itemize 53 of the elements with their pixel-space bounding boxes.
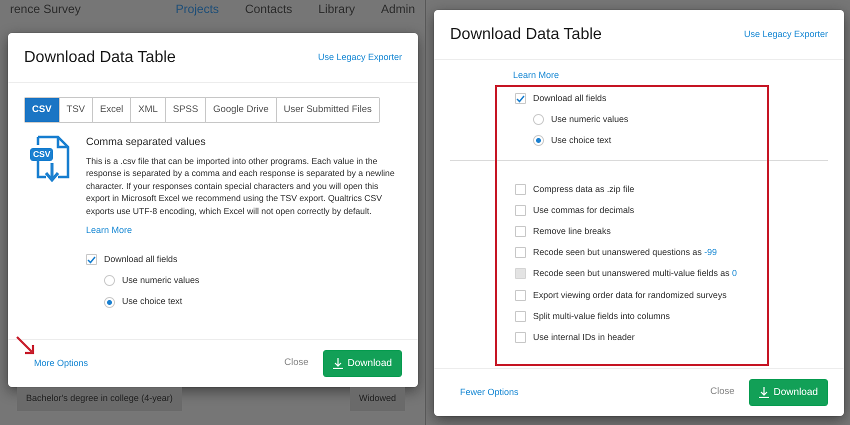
- checkbox[interactable]: [515, 332, 526, 343]
- learn-more-link[interactable]: Learn More: [86, 224, 132, 238]
- checkbox-label: Compress data as .zip file: [533, 182, 634, 196]
- checkbox[interactable]: [86, 254, 97, 266]
- format-tab[interactable]: CSV: [25, 98, 60, 122]
- download-icon: [332, 358, 343, 369]
- checkbox-label: Use internal IDs in header: [533, 330, 635, 344]
- modal-title: Download Data Table: [450, 24, 602, 44]
- radio-label: Use numeric values: [122, 274, 200, 288]
- download-button[interactable]: Download: [748, 379, 828, 406]
- format-heading: Comma separated values: [86, 135, 207, 150]
- format-description: This is a .csv file that can be imported into other programs. Each value in the response is separated by a comma and each response is separated by a newline character. If your responses contain special characters and you will open this export in Microsoft Excel we recommend using the TSV export. Qualtrics CSV exports use UTF-8 encoding, which Excel will not open correctly by default.: [86, 155, 396, 218]
- radio-label: Use choice text: [122, 295, 182, 308]
- radio-button[interactable]: [104, 296, 115, 308]
- radio-label: Use numeric values: [551, 113, 628, 126]
- checkbox-label: Export viewing order data for randomized surveys: [533, 288, 727, 302]
- checkbox[interactable]: [515, 226, 526, 238]
- table-cell: Bachelor's degree in college (4-year): [17, 387, 182, 410]
- checkbox[interactable]: [515, 184, 526, 195]
- legacy-exporter-link[interactable]: Use Legacy Exporter: [744, 28, 828, 42]
- modal-title: Download Data Table: [24, 48, 176, 68]
- radio-button[interactable]: [533, 114, 544, 126]
- checkbox[interactable]: [515, 204, 526, 216]
- option-label: Recode seen but unanswered questions as -99: [533, 246, 717, 260]
- options-toggle-link[interactable]: Fewer Options: [460, 386, 519, 400]
- radio-button[interactable]: [104, 275, 115, 286]
- recode-value-link[interactable]: -99: [704, 247, 717, 258]
- learn-more-link[interactable]: Learn More: [513, 69, 560, 82]
- radio-label: Use choice text: [551, 134, 612, 148]
- options-toggle-link[interactable]: More Options: [34, 356, 88, 370]
- page-title: rence Survey: [10, 1, 81, 18]
- close-link[interactable]: Close: [710, 385, 735, 400]
- checkbox[interactable]: [515, 93, 526, 104]
- checkbox[interactable]: [515, 290, 526, 301]
- legacy-exporter-link[interactable]: Use Legacy Exporter: [318, 50, 402, 64]
- download-button[interactable]: Download: [322, 350, 402, 377]
- checkbox-label: Download all fields: [533, 92, 606, 105]
- file-type-badge: CSV: [30, 148, 54, 162]
- checkbox-label: Split multi-value fields into columns: [533, 310, 670, 323]
- arrow-annotation-icon: [16, 336, 36, 356]
- checkbox-label: Use commas for decimals: [533, 204, 634, 217]
- option-label: Recode seen but unanswered multi-value fields as 0: [533, 267, 737, 280]
- checkbox-label: Remove line breaks: [533, 224, 611, 238]
- checkbox[interactable]: [515, 247, 526, 258]
- table-cell: Widowed: [350, 387, 405, 410]
- checkbox[interactable]: [515, 310, 526, 322]
- nav-link[interactable]: Contacts: [244, 0, 292, 18]
- close-link[interactable]: Close: [284, 356, 309, 371]
- checkbox-label: Download all fields: [104, 253, 178, 266]
- radio-button[interactable]: [533, 135, 544, 146]
- nav-link[interactable]: Library: [318, 0, 355, 18]
- nav-link[interactable]: Admin: [380, 0, 415, 18]
- download-icon: [758, 387, 769, 398]
